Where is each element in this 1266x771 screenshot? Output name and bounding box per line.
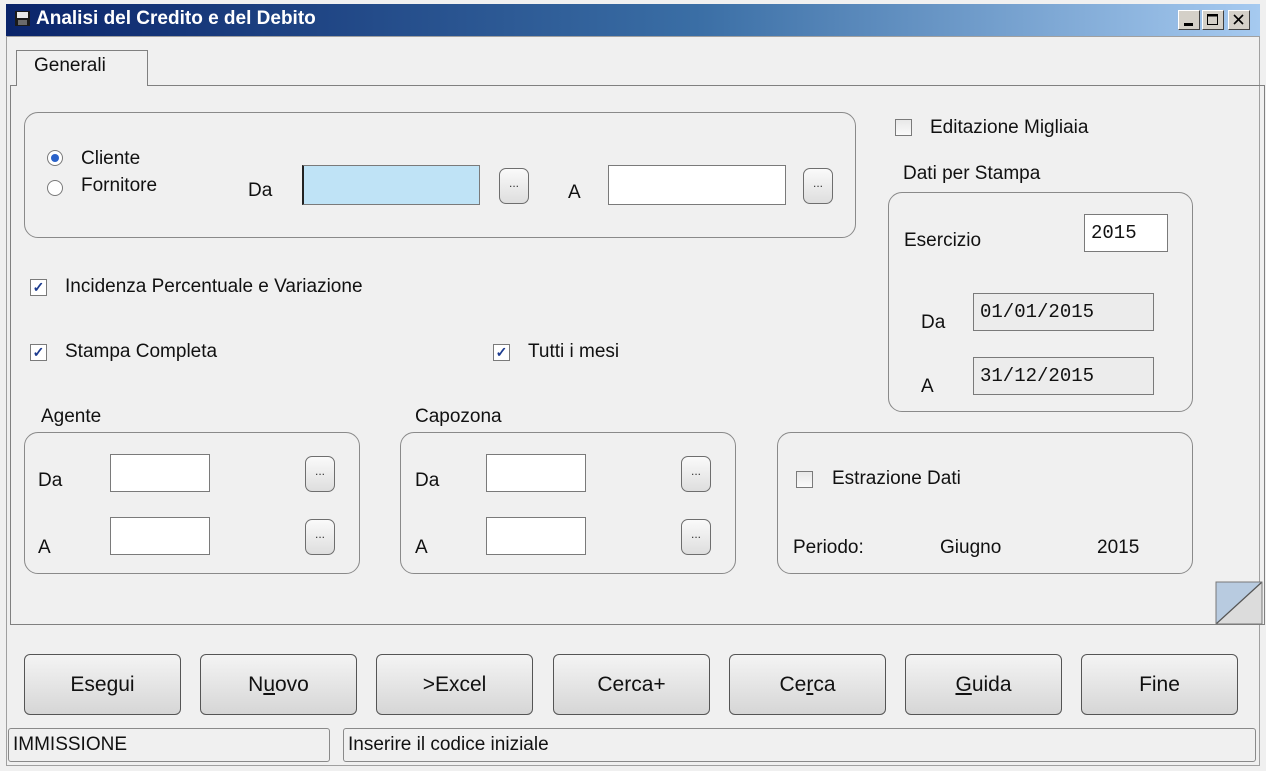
agente-da-label: Da (38, 470, 63, 491)
guida-label-post: uida (971, 673, 1012, 696)
dati-stampa-title: Dati per Stampa (903, 163, 1041, 184)
capozona-da-label: Da (415, 470, 440, 491)
stampa-completa-label: Stampa Completa (65, 341, 218, 362)
page-fold-icon[interactable] (1215, 581, 1263, 625)
guida-button[interactable]: Guida (905, 654, 1062, 715)
minimize-button[interactable] (1178, 10, 1200, 30)
periodo-mese: Giugno (940, 537, 1002, 558)
guida-label-accel: G (955, 673, 972, 696)
window-title: Analisi del Credito e del Debito (36, 8, 316, 29)
esercizio-input[interactable] (1084, 214, 1168, 252)
cerca-label-post: ca (813, 673, 836, 696)
capozona-da-input[interactable] (486, 454, 586, 492)
agente-da-lookup-button[interactable]: ... (305, 456, 335, 492)
agente-title: Agente (41, 406, 102, 427)
tab-generali-label: Generali (34, 55, 106, 76)
editazione-migliaia-label: Editazione Migliaia (930, 117, 1089, 138)
capozona-a-lookup-button[interactable]: ... (681, 519, 711, 555)
maximize-button[interactable] (1202, 10, 1224, 30)
stampa-a-label: A (921, 376, 934, 397)
periodo-label: Periodo: (793, 537, 864, 558)
soggetto-a-label: A (568, 182, 581, 203)
soggetto-da-label: Da (248, 180, 273, 201)
radio-fornitore[interactable] (47, 180, 63, 196)
radio-cliente-label: Cliente (81, 148, 141, 169)
cerca-label-pre: Ce (779, 673, 807, 696)
soggetto-a-input[interactable] (608, 165, 786, 205)
close-button[interactable] (1228, 10, 1250, 30)
esegui-button[interactable]: Esegui (24, 654, 181, 715)
excel-button[interactable]: >Excel (376, 654, 533, 715)
status-message: Inserire il codice iniziale (343, 728, 1256, 762)
incidenza-checkbox[interactable]: ✓ (30, 279, 47, 296)
agente-da-input[interactable] (110, 454, 210, 492)
nuovo-button[interactable]: Nuovo (200, 654, 357, 715)
cerca-plus-button[interactable]: Cerca+ (553, 654, 710, 715)
agente-a-lookup-button[interactable]: ... (305, 519, 335, 555)
periodo-anno: 2015 (1097, 537, 1140, 558)
fine-button[interactable]: Fine (1081, 654, 1238, 715)
estrazione-dati-checkbox[interactable] (796, 471, 813, 488)
stampa-da-input[interactable] (973, 293, 1154, 331)
status-mode: IMMISSIONE (8, 728, 330, 762)
soggetto-a-lookup-button[interactable]: ... (803, 168, 833, 204)
tutti-mesi-label: Tutti i mesi (528, 341, 620, 362)
soggetto-da-lookup-button[interactable]: ... (499, 168, 529, 204)
soggetto-da-input[interactable] (302, 165, 480, 205)
esercizio-label: Esercizio (904, 230, 982, 251)
cerca-button[interactable]: Cerca (729, 654, 886, 715)
nuovo-label-post: ovo (275, 673, 309, 696)
stampa-a-input[interactable] (973, 357, 1154, 395)
stampa-completa-checkbox[interactable]: ✓ (30, 344, 47, 361)
incidenza-label: Incidenza Percentuale e Variazione (65, 276, 363, 297)
stampa-da-label: Da (921, 312, 946, 333)
title-bar: Analisi del Credito e del Debito (6, 4, 1260, 36)
agente-a-input[interactable] (110, 517, 210, 555)
app-icon (14, 10, 31, 27)
tutti-mesi-checkbox[interactable]: ✓ (493, 344, 510, 361)
capozona-a-input[interactable] (486, 517, 586, 555)
radio-fornitore-label: Fornitore (81, 175, 158, 196)
agente-a-label: A (38, 537, 51, 558)
radio-cliente[interactable] (47, 150, 63, 166)
editazione-migliaia-checkbox[interactable] (895, 119, 912, 136)
nuovo-label-pre: N (248, 673, 264, 696)
nuovo-label-accel: u (263, 673, 275, 696)
capozona-da-lookup-button[interactable]: ... (681, 456, 711, 492)
capozona-a-label: A (415, 537, 428, 558)
estrazione-dati-label: Estrazione Dati (832, 468, 961, 489)
capozona-title: Capozona (415, 406, 502, 427)
